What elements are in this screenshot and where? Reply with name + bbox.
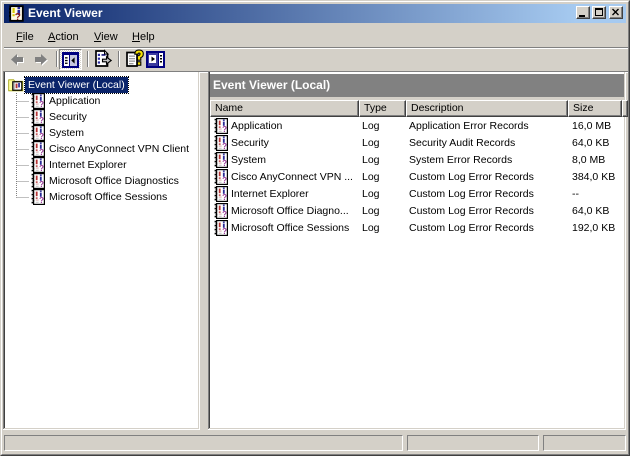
svg-text:?: ? [15,12,21,22]
